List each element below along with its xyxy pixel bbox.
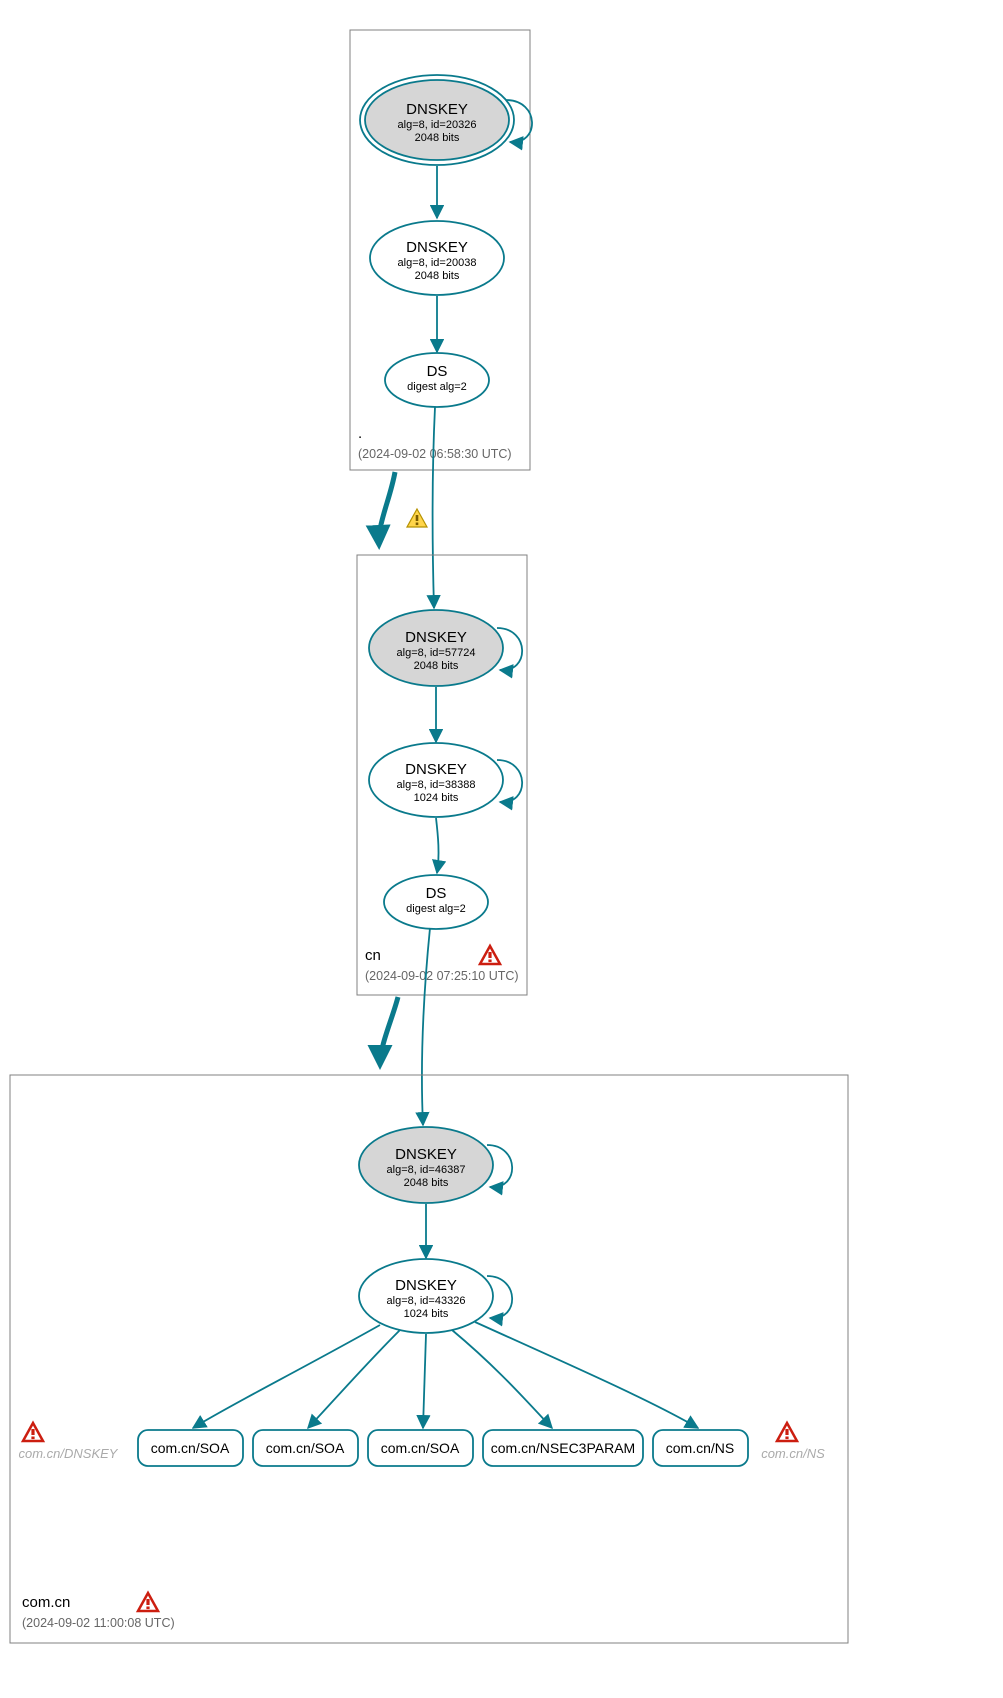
leaf-label: com.cn/SOA [151, 1440, 230, 1456]
edge-to-ns [475, 1322, 698, 1428]
edge-to-soa1 [193, 1325, 380, 1428]
node-sub2: 2048 bits [414, 660, 459, 672]
leaf-comcn-soa-1[interactable]: com.cn/SOA [138, 1430, 243, 1466]
node-title: DS [426, 885, 447, 902]
node-sub1: digest alg=2 [406, 903, 466, 915]
zone-root-timestamp: (2024-09-02 06:58:30 UTC) [358, 447, 512, 461]
node-sub1: alg=8, id=57724 [397, 647, 476, 659]
error-icon[interactable] [480, 946, 500, 964]
node-cn-zsk[interactable]: DNSKEY alg=8, id=38388 1024 bits [369, 743, 503, 817]
leaf-label: com.cn/NS [761, 1446, 825, 1461]
error-icon [777, 1423, 797, 1441]
node-title: DNSKEY [405, 761, 467, 778]
zone-cn: cn (2024-09-02 07:25:10 UTC) DNSKEY alg=… [357, 555, 527, 995]
warning-icon[interactable] [407, 509, 427, 527]
node-comcn-ksk[interactable]: DNSKEY alg=8, id=46387 2048 bits [359, 1127, 493, 1203]
node-sub2: 1024 bits [404, 1308, 449, 1320]
node-sub2: 2048 bits [404, 1177, 449, 1189]
edge-delegation-cn-to-comcn [380, 997, 398, 1065]
node-title: DNSKEY [406, 101, 468, 118]
edge-root-ds-to-cn-ksk [433, 407, 435, 608]
error-icon [23, 1423, 43, 1441]
leaf-comcn-soa-3[interactable]: com.cn/SOA [368, 1430, 473, 1466]
error-icon[interactable] [138, 1593, 158, 1611]
node-root-ksk[interactable]: DNSKEY alg=8, id=20326 2048 bits [360, 75, 514, 165]
leaf-label: com.cn/NS [666, 1440, 734, 1456]
node-sub1: alg=8, id=43326 [387, 1295, 466, 1307]
node-title: DNSKEY [395, 1277, 457, 1294]
edge-to-soa3 [423, 1334, 426, 1428]
node-root-zsk[interactable]: DNSKEY alg=8, id=20038 2048 bits [370, 221, 504, 295]
edge-cn-zsk-to-ds [436, 818, 439, 873]
leaf-comcn-ns-insecure[interactable]: com.cn/NS [761, 1423, 825, 1461]
node-title: DNSKEY [395, 1146, 457, 1163]
node-sub1: alg=8, id=38388 [397, 779, 476, 791]
node-sub2: 2048 bits [415, 132, 460, 144]
leaf-label: com.cn/DNSKEY [19, 1446, 119, 1461]
leaf-label: com.cn/SOA [266, 1440, 345, 1456]
zone-root: . (2024-09-02 06:58:30 UTC) DNSKEY alg=8… [350, 30, 532, 470]
node-sub2: 1024 bits [414, 792, 459, 804]
zone-root-name: . [358, 425, 362, 442]
node-sub1: alg=8, id=20326 [398, 119, 477, 131]
node-sub1: alg=8, id=20038 [398, 257, 477, 269]
edge-delegation-root-to-cn [379, 472, 395, 545]
node-sub1: digest alg=2 [407, 381, 467, 393]
edge-to-nsec3 [452, 1330, 552, 1428]
leaf-label: com.cn/NSEC3PARAM [491, 1440, 635, 1456]
node-root-ds[interactable]: DS digest alg=2 [385, 353, 489, 407]
node-cn-ds[interactable]: DS digest alg=2 [384, 875, 488, 929]
edge-cn-ds-to-comcn-ksk [422, 928, 430, 1125]
zone-cn-name: cn [365, 947, 381, 964]
node-sub2: 2048 bits [415, 270, 460, 282]
leaf-comcn-nsec3param[interactable]: com.cn/NSEC3PARAM [483, 1430, 643, 1466]
leaf-comcn-ns[interactable]: com.cn/NS [653, 1430, 748, 1466]
edge-to-soa2 [308, 1330, 400, 1428]
node-title: DNSKEY [405, 629, 467, 646]
zone-cn-timestamp: (2024-09-02 07:25:10 UTC) [365, 969, 519, 983]
node-sub1: alg=8, id=46387 [387, 1164, 466, 1176]
leaf-label: com.cn/SOA [381, 1440, 460, 1456]
zone-comcn-name: com.cn [22, 1594, 70, 1611]
zone-comcn: com.cn (2024-09-02 11:00:08 UTC) DNSKEY … [10, 1075, 848, 1643]
zone-comcn-timestamp: (2024-09-02 11:00:08 UTC) [22, 1616, 175, 1630]
node-title: DNSKEY [406, 239, 468, 256]
leaf-comcn-dnskey-insecure[interactable]: com.cn/DNSKEY [19, 1423, 119, 1461]
leaf-comcn-soa-2[interactable]: com.cn/SOA [253, 1430, 358, 1466]
node-comcn-zsk[interactable]: DNSKEY alg=8, id=43326 1024 bits [359, 1259, 493, 1333]
node-title: DS [427, 363, 448, 380]
node-cn-ksk[interactable]: DNSKEY alg=8, id=57724 2048 bits [369, 610, 503, 686]
